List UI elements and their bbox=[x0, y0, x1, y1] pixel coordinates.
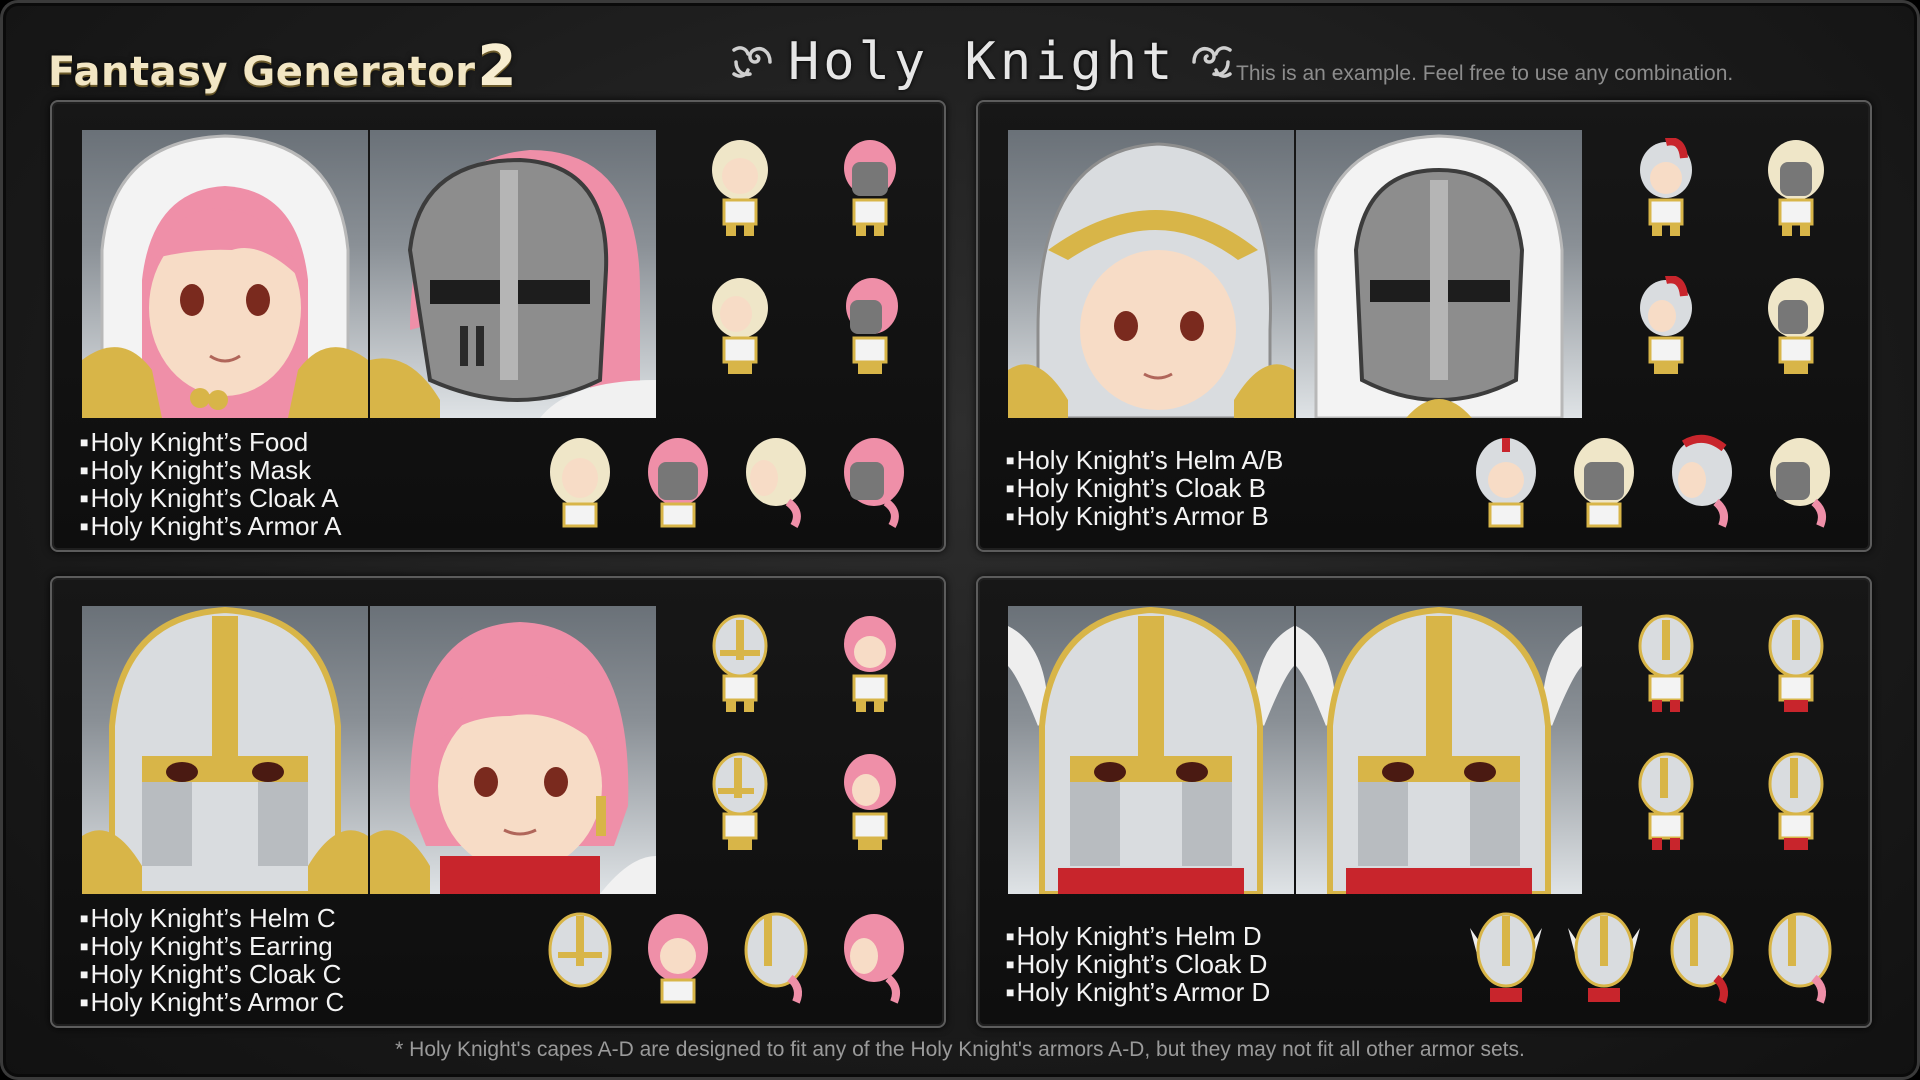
list-item: Holy Knight’s Cloak C bbox=[80, 960, 344, 988]
head-sprite bbox=[1566, 432, 1642, 528]
sprite-earring-front bbox=[836, 614, 904, 714]
head-sprite bbox=[542, 908, 618, 1004]
header: Fantasy Generator2 Holy Knight This is a… bbox=[0, 0, 1920, 100]
list-item: Holy Knight’s Armor B bbox=[1006, 502, 1283, 530]
list-item: Holy Knight’s Helm C bbox=[80, 904, 344, 932]
flourish-left-icon bbox=[732, 46, 772, 78]
sprite-helm-d-side-alt bbox=[1762, 752, 1830, 852]
portrait-helm-c bbox=[82, 606, 368, 894]
page-title: Holy Knight bbox=[788, 32, 1177, 92]
panel-set-a: Holy Knight’s Food Holy Knight’s Mask Ho… bbox=[50, 100, 946, 552]
logo: Fantasy Generator2 bbox=[48, 34, 517, 99]
portrait-helm-d-front bbox=[1008, 606, 1294, 894]
head-sprite bbox=[640, 432, 716, 528]
head-sprite bbox=[1762, 432, 1838, 528]
portrait-hooded-face bbox=[82, 130, 368, 418]
head-sprite-row bbox=[1468, 908, 1858, 1008]
head-sprite bbox=[1468, 908, 1544, 1004]
helm-a-portrait-icon bbox=[1008, 142, 1294, 418]
tagline: This is an example. Feel free to use any… bbox=[1236, 62, 1734, 85]
list-item: Holy Knight’s Armor D bbox=[1006, 978, 1270, 1006]
panel-set-d: Holy Knight’s Helm D Holy Knight’s Cloak… bbox=[976, 576, 1872, 1028]
parts-list: Holy Knight’s Helm D Holy Knight’s Cloak… bbox=[1006, 922, 1270, 1006]
masked-knight-portrait-icon bbox=[370, 150, 656, 418]
logo-text: Fantasy Generator bbox=[48, 49, 476, 95]
portrait-helm-b bbox=[1296, 130, 1582, 418]
head-sprite bbox=[1664, 432, 1740, 528]
footnote: * Holy Knight's capes A-D are designed t… bbox=[395, 1038, 1525, 1061]
sprite-grid bbox=[1612, 614, 1852, 884]
head-sprite bbox=[738, 432, 814, 528]
head-sprite bbox=[542, 432, 618, 528]
list-item: Holy Knight’s Armor C bbox=[80, 988, 344, 1016]
list-item: Holy Knight’s Cloak B bbox=[1006, 474, 1283, 502]
sprite-hooded-front bbox=[706, 138, 774, 238]
head-sprite bbox=[640, 908, 716, 1004]
sprite-helm-c-front bbox=[706, 614, 774, 714]
list-item: Holy Knight’s Helm D bbox=[1006, 922, 1270, 950]
head-sprite-row bbox=[542, 908, 932, 1008]
list-item: Holy Knight’s Cloak D bbox=[1006, 950, 1270, 978]
sprite-helm-d-front bbox=[1632, 614, 1700, 714]
head-sprite bbox=[1566, 908, 1642, 1004]
list-item: Holy Knight’s Cloak A bbox=[80, 484, 341, 512]
list-item: Holy Knight’s Food bbox=[80, 428, 341, 456]
earring-portrait-icon bbox=[370, 622, 656, 894]
hooded-knight-portrait-icon bbox=[82, 134, 368, 418]
head-sprite bbox=[1664, 908, 1740, 1004]
head-sprite bbox=[836, 908, 912, 1004]
sprite-grid bbox=[686, 614, 926, 884]
panel-set-b: Holy Knight’s Helm A/B Holy Knight’s Clo… bbox=[976, 100, 1872, 552]
flourish-right-icon bbox=[1192, 46, 1233, 78]
sprite-helm-c-side bbox=[706, 752, 774, 852]
sprite-masked-side bbox=[836, 276, 904, 376]
list-item: Holy Knight’s Armor A bbox=[80, 512, 341, 540]
sprite-grid bbox=[686, 138, 926, 408]
sprite-grid bbox=[1612, 138, 1852, 408]
list-item: Holy Knight’s Earring bbox=[80, 932, 344, 960]
sprite-helm-d-back bbox=[1762, 614, 1830, 714]
sprite-helm-a-side bbox=[1632, 276, 1700, 376]
sprite-helm-b-side bbox=[1762, 276, 1830, 376]
helm-d-portrait-icon bbox=[1008, 606, 1294, 894]
helm-d-alt-portrait-icon bbox=[1296, 606, 1582, 894]
parts-list: Holy Knight’s Food Holy Knight’s Mask Ho… bbox=[80, 428, 341, 540]
head-sprite bbox=[738, 908, 814, 1004]
list-item: Holy Knight’s Helm A/B bbox=[1006, 446, 1283, 474]
sample-sheet: Fantasy Generator2 Holy Knight This is a… bbox=[0, 0, 1920, 1080]
head-sprite-row bbox=[542, 432, 932, 532]
parts-list: Holy Knight’s Helm A/B Holy Knight’s Clo… bbox=[1006, 446, 1283, 530]
portrait-earring bbox=[370, 606, 656, 894]
panel-set-c: Holy Knight’s Helm C Holy Knight’s Earri… bbox=[50, 576, 946, 1028]
portrait-helm-a bbox=[1008, 130, 1294, 418]
sprite-helm-d-side bbox=[1632, 752, 1700, 852]
sprite-masked-front bbox=[836, 138, 904, 238]
helm-c-portrait-icon bbox=[82, 606, 368, 894]
logo-number: 2 bbox=[477, 34, 517, 99]
portrait-helm-d-alt bbox=[1296, 606, 1582, 894]
title-block: Holy Knight bbox=[726, 30, 1238, 94]
portrait-masked-face bbox=[370, 130, 656, 418]
sprite-helm-a-front bbox=[1632, 138, 1700, 238]
head-sprite bbox=[1762, 908, 1838, 1004]
sprite-helm-b-front bbox=[1762, 138, 1830, 238]
head-sprite bbox=[1468, 432, 1544, 528]
head-sprite-row bbox=[1468, 432, 1858, 532]
helm-b-portrait-icon bbox=[1314, 134, 1564, 418]
sprite-earring-side bbox=[836, 752, 904, 852]
head-sprite bbox=[836, 432, 912, 528]
parts-list: Holy Knight’s Helm C Holy Knight’s Earri… bbox=[80, 904, 344, 1016]
sprite-hooded-side bbox=[706, 276, 774, 376]
list-item: Holy Knight’s Mask bbox=[80, 456, 341, 484]
